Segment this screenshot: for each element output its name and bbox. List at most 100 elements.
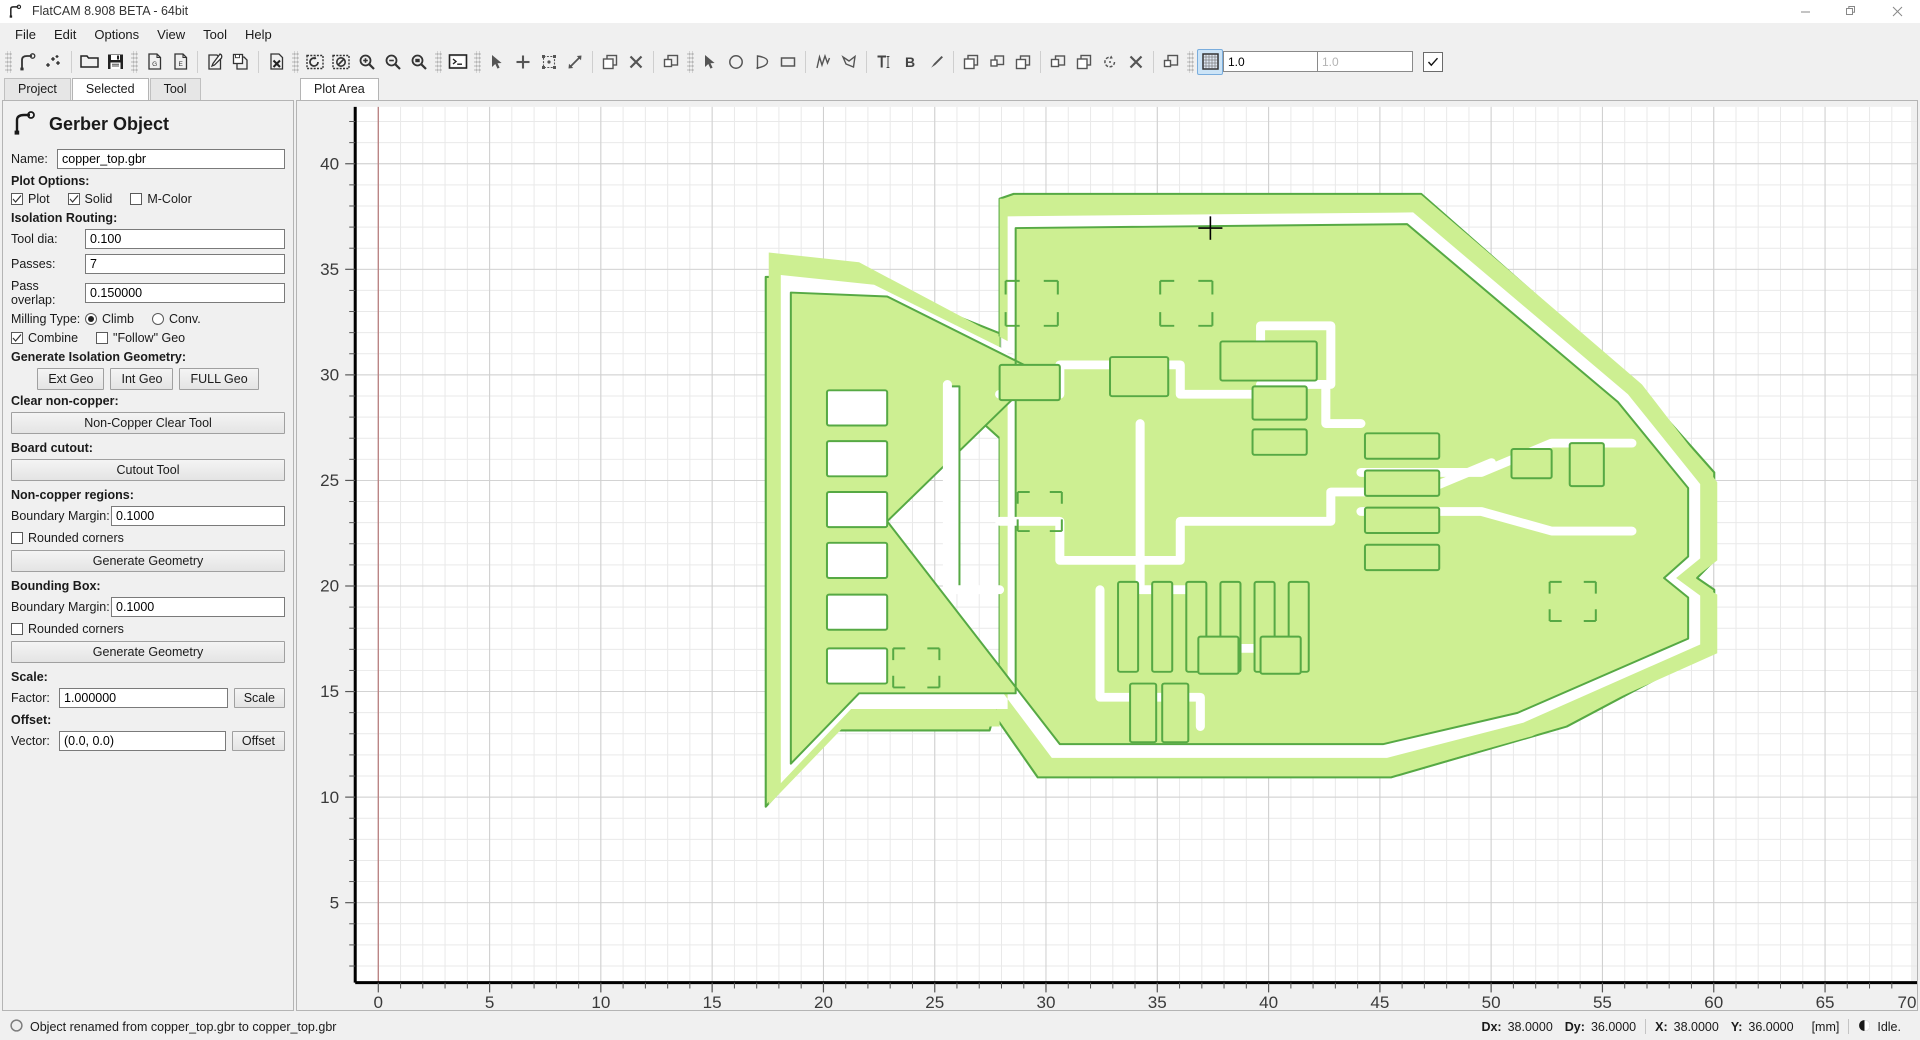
subtract-icon[interactable] [1010, 49, 1036, 75]
add-polygon-icon[interactable] [836, 49, 862, 75]
scale-button[interactable]: Scale [233, 688, 285, 708]
open-gerber-file-icon[interactable]: G [141, 49, 167, 75]
tab-selected[interactable]: Selected [71, 78, 149, 100]
toolbar-grip[interactable] [435, 50, 442, 73]
bb-rounded-corners-checkbox[interactable]: Rounded corners [11, 622, 124, 636]
tool-dia-input[interactable]: 0.100 [85, 229, 285, 249]
svg-text:45: 45 [1370, 993, 1389, 1010]
select-arrow-icon[interactable] [484, 49, 510, 75]
save-object-icon[interactable] [228, 49, 254, 75]
open-folder-icon[interactable] [76, 49, 102, 75]
offset-button[interactable]: Offset [231, 731, 285, 751]
ncr-rounded-corners-checkbox[interactable]: Rounded corners [11, 531, 124, 545]
resize-arrow-icon[interactable] [562, 49, 588, 75]
milling-type-conv-radio[interactable]: Conv. [151, 312, 201, 326]
follow-geo-checkbox[interactable]: "Follow" Geo [96, 331, 185, 345]
new-excellon-icon[interactable] [41, 49, 67, 75]
toolbar-grip[interactable] [687, 50, 694, 73]
toolbar-grip[interactable] [5, 50, 12, 73]
pcb-plot-svg[interactable]: 5 10 15 20 25 30 35 40 0 5 10 15 20 25 3… [297, 101, 1917, 1010]
menu-tool[interactable]: Tool [194, 25, 236, 44]
add-circle-icon[interactable] [723, 49, 749, 75]
delete-object-icon[interactable] [263, 49, 289, 75]
scale-factor-input[interactable]: 1.000000 [59, 688, 228, 708]
menu-options[interactable]: Options [85, 25, 148, 44]
union-icon[interactable] [958, 49, 984, 75]
tab-plot-area[interactable]: Plot Area [300, 78, 379, 100]
passes-row: Passes: 7 [11, 254, 285, 274]
intersection-icon[interactable] [984, 49, 1010, 75]
maximize-button[interactable] [1828, 0, 1874, 23]
delete-x-icon[interactable] [1123, 49, 1149, 75]
tab-tool[interactable]: Tool [149, 78, 201, 100]
plot-canvas[interactable]: 5 10 15 20 25 30 35 40 0 5 10 15 20 25 3… [296, 100, 1918, 1011]
zoom-out-icon[interactable] [380, 49, 406, 75]
ncr-generate-geometry-button[interactable]: Generate Geometry [11, 550, 285, 572]
dy-label: Dy: [1564, 1019, 1585, 1034]
cutout-tool-button[interactable]: Cutout Tool [11, 459, 285, 481]
grid-snap-icon[interactable] [1197, 48, 1223, 75]
position-readout: X: 38.0000 Y: 36.0000 [1646, 1020, 1802, 1034]
dy-value: 36.0000 [1590, 1019, 1637, 1034]
toolbar-grip[interactable] [1187, 50, 1194, 73]
offset-vector-input[interactable]: (0.0, 0.0) [59, 731, 226, 751]
svg-text:5: 5 [485, 993, 494, 1010]
grid-x-input[interactable]: 1.0 [1223, 51, 1318, 72]
close-button[interactable] [1874, 0, 1920, 23]
rotate-icon[interactable] [1097, 49, 1123, 75]
climb-label: Climb [102, 312, 134, 326]
object-name-input[interactable]: copper_top.gbr [57, 149, 285, 169]
union-shape-icon[interactable] [658, 49, 684, 75]
milling-type-climb-radio[interactable]: Climb [85, 312, 134, 326]
menu-help[interactable]: Help [236, 25, 281, 44]
passes-input[interactable]: 7 [85, 254, 285, 274]
toolbar-grip[interactable] [292, 50, 299, 73]
add-arc-icon[interactable] [749, 49, 775, 75]
cut-icon[interactable] [1045, 49, 1071, 75]
minimize-button[interactable] [1782, 0, 1828, 23]
select-arrow-icon[interactable] [697, 49, 723, 75]
copy-shape-icon[interactable] [597, 49, 623, 75]
save-floppy-icon[interactable] [102, 49, 128, 75]
move-bbox-icon[interactable] [536, 49, 562, 75]
solid-checkbox[interactable]: Solid [67, 192, 113, 206]
delete-x-icon[interactable] [623, 49, 649, 75]
menu-edit[interactable]: Edit [45, 25, 85, 44]
add-polyline-icon[interactable] [810, 49, 836, 75]
mcolor-checkbox[interactable]: M-Color [130, 192, 192, 206]
ext-geo-button[interactable]: Ext Geo [37, 368, 105, 390]
combine-checkbox[interactable]: Combine [11, 331, 78, 345]
toolbar-grip[interactable] [131, 50, 138, 73]
solid-checkbox-label: Solid [84, 192, 113, 206]
clear-plot-icon[interactable] [328, 49, 354, 75]
add-rectangle-icon[interactable] [775, 49, 801, 75]
tab-project[interactable]: Project [4, 78, 71, 100]
geometry-edit-toolbar: B [697, 47, 1184, 77]
open-excellon-file-icon[interactable]: E [167, 49, 193, 75]
grid-y-input[interactable]: 1.0 [1318, 51, 1413, 72]
menu-file[interactable]: File [6, 25, 45, 44]
zoom-fit-icon[interactable] [406, 49, 432, 75]
non-copper-clear-tool-button[interactable]: Non-Copper Clear Tool [11, 412, 285, 434]
bb-boundary-margin-input[interactable]: 0.1000 [111, 597, 285, 617]
toolbar-grip[interactable] [474, 50, 481, 73]
edit-object-icon[interactable] [202, 49, 228, 75]
menu-view[interactable]: View [148, 25, 194, 44]
plot-checkbox[interactable]: Plot [11, 192, 50, 206]
new-geometry-icon[interactable] [15, 49, 41, 75]
copy-icon[interactable] [1071, 49, 1097, 75]
zoom-in-icon[interactable] [354, 49, 380, 75]
paint-brush-icon[interactable] [923, 49, 949, 75]
shell-terminal-icon[interactable] [445, 49, 471, 75]
transform-icon[interactable] [1158, 49, 1184, 75]
replot-icon[interactable] [302, 49, 328, 75]
add-text-icon[interactable] [871, 49, 897, 75]
add-cross-icon[interactable] [510, 49, 536, 75]
int-geo-button[interactable]: Int Geo [110, 368, 174, 390]
ncr-boundary-margin-input[interactable]: 0.1000 [111, 506, 285, 526]
full-geo-button[interactable]: FULL Geo [179, 368, 259, 390]
buffer-b-icon[interactable]: B [897, 49, 923, 75]
bb-generate-geometry-button[interactable]: Generate Geometry [11, 641, 285, 663]
grid-lock-checkbox[interactable] [1423, 51, 1443, 72]
pass-overlap-input[interactable]: 0.150000 [85, 283, 285, 303]
